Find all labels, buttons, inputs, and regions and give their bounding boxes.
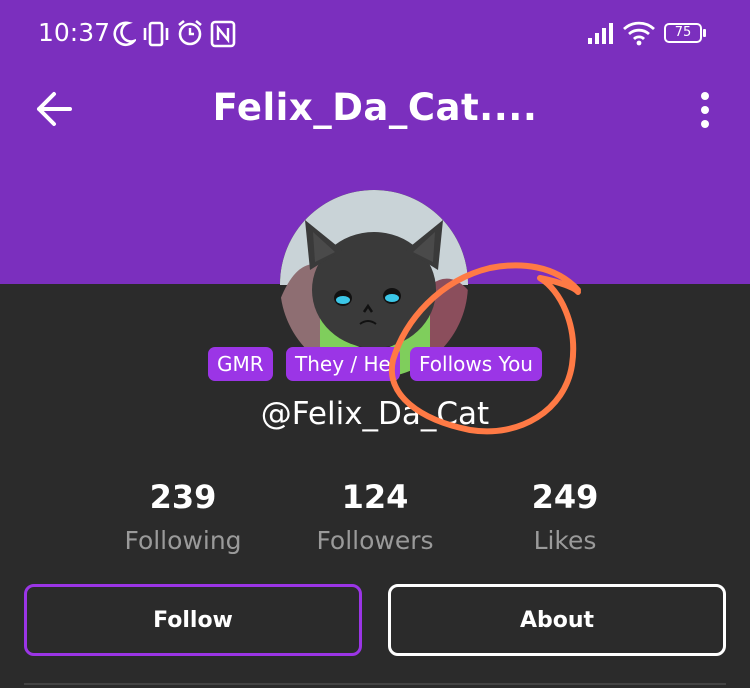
battery-level: 75 xyxy=(674,25,692,40)
stat-following[interactable]: 239 Following xyxy=(83,478,283,555)
badge-follows-you: Follows You xyxy=(410,347,542,381)
vibrate-icon xyxy=(143,21,169,47)
follow-button[interactable]: Follow xyxy=(24,584,362,656)
stat-following-value: 239 xyxy=(149,478,217,516)
stat-following-label: Following xyxy=(124,526,242,555)
profile-handle: @Felix_Da_Cat xyxy=(260,396,490,432)
signal-icon xyxy=(588,23,613,44)
status-bar: 10:37 75 xyxy=(0,0,750,70)
stat-likes-label: Likes xyxy=(533,526,597,555)
status-time: 10:37 xyxy=(38,18,111,47)
profile-badges: GMR They / He Follows You xyxy=(0,347,750,381)
stat-followers-label: Followers xyxy=(316,526,434,555)
moon-icon xyxy=(113,21,136,46)
battery-icon: 75 xyxy=(664,23,706,43)
page-title: Felix_Da_Cat.... xyxy=(212,86,538,129)
app-bar: Felix_Da_Cat.... xyxy=(0,70,750,150)
divider xyxy=(24,683,726,685)
more-vertical-icon[interactable] xyxy=(692,90,718,130)
nfc-icon xyxy=(210,20,236,48)
wifi-icon xyxy=(623,21,655,46)
stat-likes[interactable]: 249 Likes xyxy=(465,478,665,555)
stat-likes-value: 249 xyxy=(531,478,599,516)
badge-gmr: GMR xyxy=(208,347,273,381)
stat-followers-value: 124 xyxy=(341,478,409,516)
stat-followers[interactable]: 124 Followers xyxy=(275,478,475,555)
badge-pronouns: They / He xyxy=(286,347,400,381)
alarm-icon xyxy=(178,19,202,46)
about-button[interactable]: About xyxy=(388,584,726,656)
